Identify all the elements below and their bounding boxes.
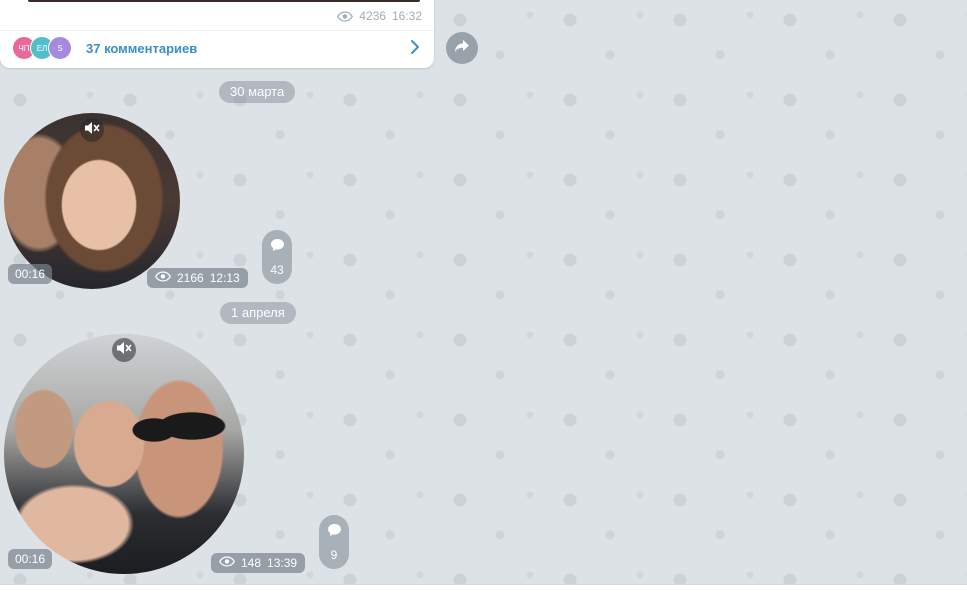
video-time: 12:13 <box>209 271 240 285</box>
mute-icon <box>116 341 132 360</box>
post-views: 4236 <box>359 9 386 23</box>
video-duration: 00:16 <box>8 264 53 284</box>
comments-count: 9 <box>330 547 338 562</box>
composer-area-edge <box>0 584 967 594</box>
eye-icon <box>155 268 171 288</box>
share-button[interactable] <box>446 32 478 64</box>
date-separator: 1 апреля <box>220 302 296 324</box>
round-video-message[interactable] <box>4 334 244 574</box>
commenter-avatars: ЧП ЕЛ S <box>12 36 78 60</box>
comments-button[interactable]: 43 <box>262 230 292 284</box>
post-divider <box>0 30 434 31</box>
video-duration: 00:16 <box>8 549 53 569</box>
comment-bubble-icon <box>327 523 342 540</box>
share-arrow-icon <box>454 39 470 58</box>
avatar: S <box>48 36 72 60</box>
eye-icon <box>219 553 235 573</box>
post-meta: 4236 16:32 <box>337 9 422 23</box>
comments-count: 43 <box>270 262 284 277</box>
post-media-thumbnail-edge[interactable] <box>28 0 420 2</box>
eye-icon <box>337 10 354 22</box>
date-separator: 30 марта <box>219 81 296 103</box>
comments-count-label[interactable]: 37 комментариев <box>86 41 197 56</box>
video-time: 13:39 <box>267 556 298 570</box>
video-views: 148 <box>241 556 262 570</box>
video-views: 2166 <box>177 271 204 285</box>
comment-bubble-icon <box>270 238 285 255</box>
post-time: 16:32 <box>391 9 422 23</box>
video-meta: 2166 12:13 <box>147 268 248 288</box>
comments-button[interactable]: 9 <box>319 515 349 569</box>
mute-icon <box>84 121 100 140</box>
chevron-right-icon[interactable] <box>410 39 420 60</box>
mute-toggle[interactable] <box>80 118 104 142</box>
mute-toggle[interactable] <box>112 338 136 362</box>
comments-link[interactable]: ЧП ЕЛ S 37 комментариев <box>12 35 424 61</box>
previous-post-card: 4236 16:32 ЧП ЕЛ S 37 комментариев <box>0 0 434 68</box>
video-meta: 148 13:39 <box>211 553 306 573</box>
